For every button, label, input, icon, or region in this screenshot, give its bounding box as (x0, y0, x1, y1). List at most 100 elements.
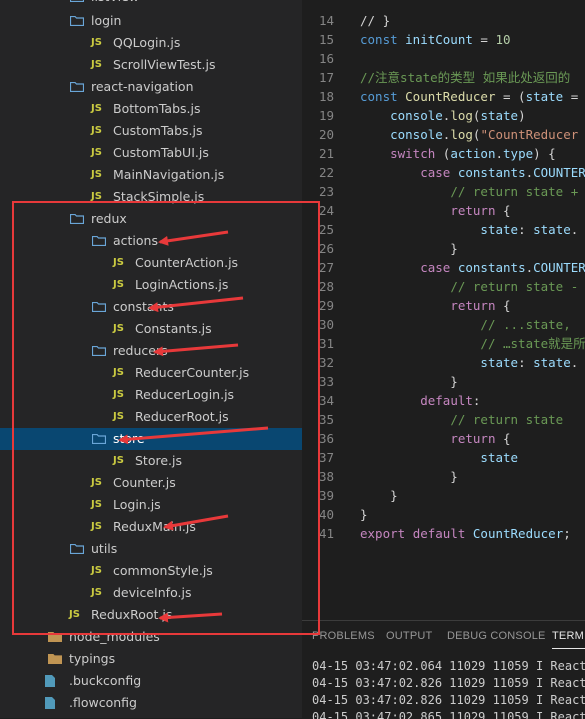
line-number: 18 (318, 89, 334, 104)
line-number: 24 (318, 203, 334, 218)
active-tab-underline (552, 648, 585, 649)
code-line[interactable]: } (360, 486, 398, 505)
file-buckconfig[interactable]: .buckconfig (0, 670, 302, 692)
folder-redux[interactable]: redux (0, 208, 302, 230)
file-flowconfig[interactable]: .flowconfig (0, 692, 302, 714)
code-line[interactable]: // } (360, 11, 390, 30)
folder-actions[interactable]: actions (0, 230, 302, 252)
file-counteraction-js[interactable]: JS CounterAction.js (0, 252, 302, 274)
tree-item-label: ReduxMain.js (113, 519, 196, 534)
javascript-file-icon: JS (91, 521, 102, 532)
file-login-js[interactable]: JS Login.js (0, 494, 302, 516)
file-counter-js[interactable]: JS Counter.js (0, 472, 302, 494)
code-line[interactable]: // return state + (360, 182, 578, 201)
code-token: . (570, 222, 579, 237)
code-token: initCount (405, 32, 473, 47)
code-line[interactable]: state: state. (360, 220, 578, 239)
file-reducercounter-js[interactable]: JS ReducerCounter.js (0, 362, 302, 384)
code-token: // return state - (450, 279, 579, 294)
file-stacksimple-js[interactable]: JS StackSimple.js (0, 186, 302, 208)
file-customtabs-js[interactable]: JS CustomTabs.js (0, 120, 302, 142)
file-commonstyle-js[interactable]: JS commonStyle.js (0, 560, 302, 582)
folder-store[interactable]: store (0, 428, 302, 450)
code-line[interactable]: return { (360, 296, 510, 315)
tab-output[interactable]: OUTPUT (386, 630, 432, 642)
code-line[interactable]: const CountReducer = (state = (360, 87, 578, 106)
file-qqlogin-js[interactable]: JS QQLogin.js (0, 32, 302, 54)
line-number: 34 (318, 393, 334, 408)
folder-listview[interactable]: listView (0, 0, 302, 8)
code-line[interactable]: // …state就是所 (360, 334, 585, 353)
file-reducerroot-js[interactable]: JS ReducerRoot.js (0, 406, 302, 428)
code-editor[interactable]: 14 15 16 17 18 19 20 21 22 23 24 25 26 27 28 29 30 31 32 33… (302, 0, 585, 620)
code-line[interactable]: //注意state的类型 如果此处返回的 (360, 68, 570, 87)
tree-item-label: ReduxRoot.js (91, 607, 173, 622)
code-line[interactable]: // ...state, (360, 315, 570, 334)
code-line[interactable]: console.log(state) (360, 106, 526, 125)
code-token: default (420, 393, 473, 408)
file-reduxroot-js[interactable]: JS ReduxRoot.js (0, 604, 302, 626)
tree-item-label: utils (91, 541, 118, 556)
code-token: ; (563, 526, 571, 541)
code-line[interactable]: const initCount = 10 (360, 30, 511, 49)
code-token: = (472, 32, 496, 47)
folder-reducers[interactable]: reducers (0, 340, 302, 362)
folder-utils[interactable]: utils (0, 538, 302, 560)
code-line[interactable]: state (360, 448, 518, 467)
code-token: { (495, 203, 511, 218)
file-customtabui-js[interactable]: JS CustomTabUI.js (0, 142, 302, 164)
tab-problems[interactable]: PROBLEMS (312, 630, 375, 642)
code-line[interactable]: // return state - (360, 277, 578, 296)
code-line[interactable]: return { (360, 429, 510, 448)
folder-login[interactable]: login (0, 10, 302, 32)
javascript-file-icon: JS (91, 59, 102, 70)
code-line[interactable]: default: (360, 391, 480, 410)
code-token: log (450, 108, 473, 123)
code-line[interactable]: return { (360, 201, 511, 220)
file-mainnavigation-js[interactable]: JS MainNavigation.js (0, 164, 302, 186)
tab-termi[interactable]: TERMI (552, 630, 585, 642)
tree-item-label: CounterAction.js (135, 255, 239, 270)
code-token: } (360, 374, 458, 389)
code-line[interactable]: case constants.COUNTER (360, 163, 585, 182)
file-loginactions-js[interactable]: JS LoginActions.js (0, 274, 302, 296)
code-line[interactable]: } (360, 239, 458, 258)
folder-typings[interactable]: typings (0, 648, 302, 670)
file-deviceinfo-js[interactable]: JS deviceInfo.js (0, 582, 302, 604)
code-line[interactable]: console.log("CountReducer (360, 125, 578, 144)
tab-debug-console[interactable]: DEBUG CONSOLE (447, 630, 546, 642)
tree-item-label: ReducerRoot.js (135, 409, 229, 424)
folder-icon (70, 16, 84, 26)
code-line[interactable]: export default CountReducer; (360, 524, 571, 543)
code-line[interactable]: } (360, 372, 458, 391)
javascript-file-icon: JS (91, 499, 102, 510)
code-token: state (480, 450, 519, 465)
code-line[interactable]: } (360, 505, 368, 524)
folder-constants[interactable]: constants (0, 296, 302, 318)
terminal-line: 04-15 03:47:02.826 11029 11059 I ReactN (312, 676, 585, 690)
javascript-file-icon: JS (91, 103, 102, 114)
line-number: 19 (318, 108, 334, 123)
line-number: 39 (318, 488, 334, 503)
folder-icon (48, 632, 62, 642)
file-bottomtabs-js[interactable]: JS BottomTabs.js (0, 98, 302, 120)
code-line[interactable]: switch (action.type) { (360, 144, 556, 163)
folder-react-navigation[interactable]: react-navigation (0, 76, 302, 98)
file-scrollviewtest-js[interactable]: JS ScrollViewTest.js (0, 54, 302, 76)
code-line[interactable]: } (360, 467, 458, 486)
code-token: switch (390, 146, 436, 161)
file-reduxmain-js[interactable]: JS ReduxMain.js (0, 516, 302, 538)
line-number: 20 (318, 127, 334, 142)
code-line[interactable]: // return state (360, 410, 563, 429)
code-line[interactable]: case constants.COUNTER (360, 258, 585, 277)
file-reducerlogin-js[interactable]: JS ReducerLogin.js (0, 384, 302, 406)
file-store-js[interactable]: JS Store.js (0, 450, 302, 472)
tree-item-label: store (113, 431, 145, 446)
folder-icon (92, 236, 106, 246)
bottom-panel: PROBLEMS OUTPUT DEBUG CONSOLE TERMI 04-15 0… (302, 620, 585, 719)
javascript-file-icon: JS (91, 191, 102, 202)
file-constants-js[interactable]: JS Constants.js (0, 318, 302, 340)
folder-node-modules[interactable]: node_modules (0, 626, 302, 648)
tree-item-label: Counter.js (113, 475, 176, 490)
code-line[interactable]: state: state. (360, 353, 578, 372)
